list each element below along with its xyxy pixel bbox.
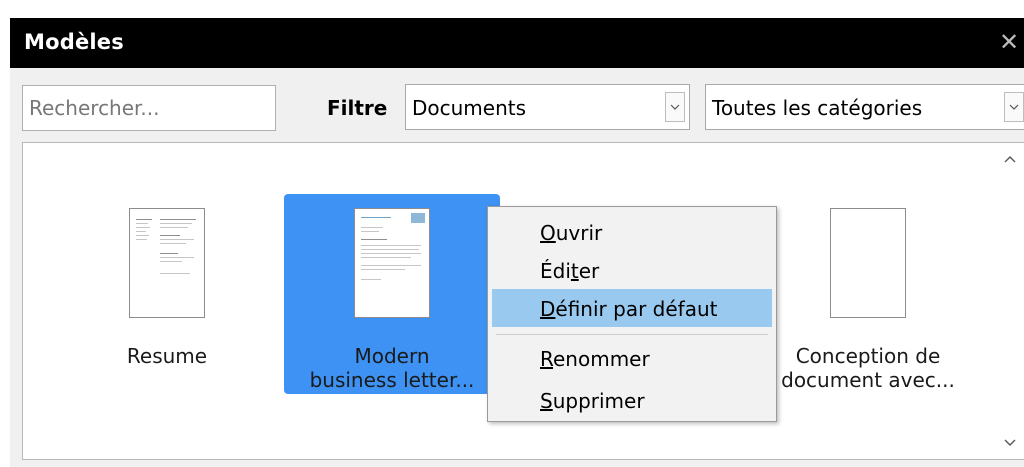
template-label: Resume	[126, 344, 208, 368]
menu-item-open[interactable]: Ouvrir	[492, 213, 772, 251]
template-label: Modern business letter...	[309, 344, 475, 392]
menu-item-rename[interactable]: Renommer	[492, 339, 772, 377]
template-thumbnail	[830, 208, 906, 318]
template-item[interactable]: Resume	[59, 194, 275, 394]
template-thumbnail	[129, 208, 205, 318]
menu-item-delete[interactable]: Supprimer	[492, 381, 772, 419]
template-item-selected[interactable]: Modern business letter...	[284, 194, 500, 394]
category-select[interactable]: Toutes les catégories	[705, 84, 1024, 130]
document-type-value: Documents	[412, 96, 527, 120]
search-input[interactable]	[22, 85, 276, 131]
scroll-up-icon[interactable]	[1003, 153, 1017, 167]
close-icon[interactable]: ✕	[994, 26, 1024, 58]
menu-item-set-default[interactable]: Définir par défaut	[492, 289, 772, 327]
dropdown-button[interactable]	[665, 92, 685, 122]
context-menu: Ouvrir Éditer Définir par défaut Renomme…	[487, 206, 777, 422]
chevron-down-icon	[1009, 104, 1019, 110]
template-item[interactable]: Conception de document avec...	[760, 194, 976, 394]
dialog-title: Modèles	[24, 30, 124, 54]
scroll-down-icon[interactable]	[1003, 435, 1017, 449]
dropdown-button[interactable]	[1004, 92, 1024, 122]
filter-label: Filtre	[327, 96, 388, 120]
menu-item-edit[interactable]: Éditer	[492, 251, 772, 289]
template-label: Conception de document avec...	[781, 344, 955, 392]
chevron-down-icon	[670, 104, 680, 110]
category-value: Toutes les catégories	[712, 96, 923, 120]
template-thumbnail	[354, 208, 430, 318]
menu-separator	[496, 334, 768, 335]
document-type-select[interactable]: Documents	[405, 84, 690, 130]
title-bar: Modèles ✕	[10, 18, 1024, 68]
